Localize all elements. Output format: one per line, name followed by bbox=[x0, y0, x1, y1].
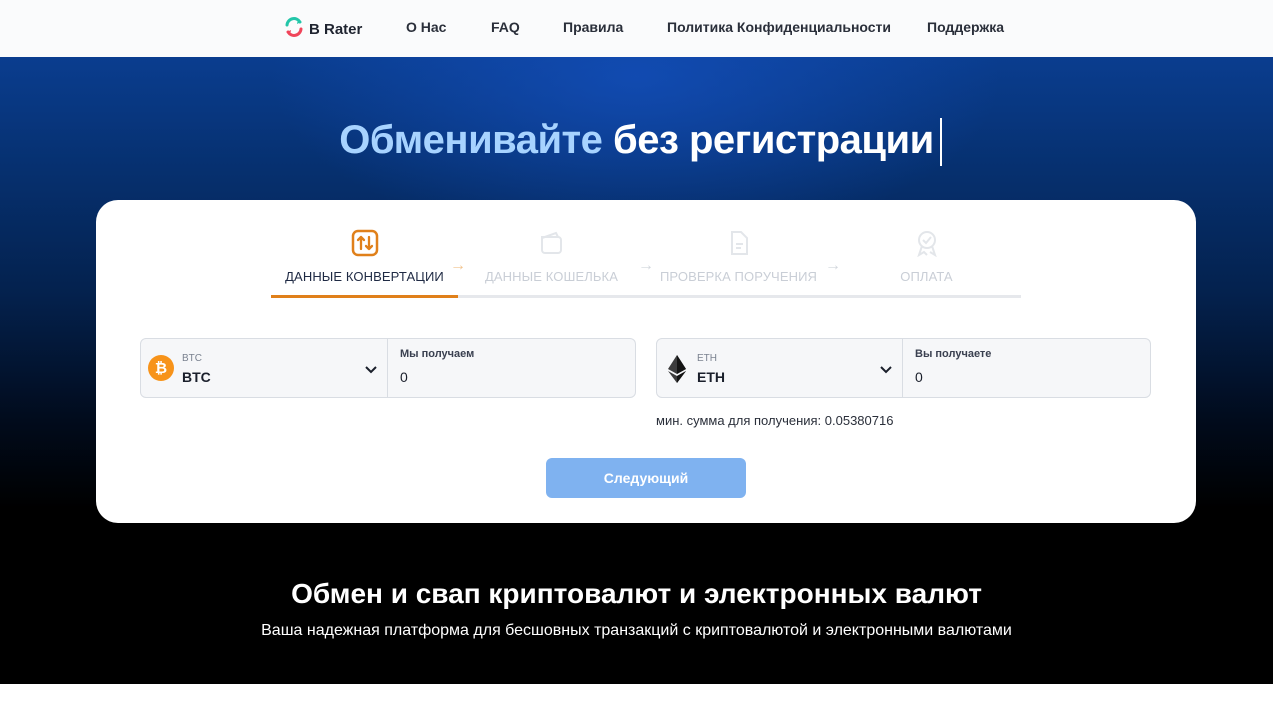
step-payment[interactable]: ОПЛАТА bbox=[833, 230, 1020, 284]
chevron-down-icon bbox=[365, 361, 377, 379]
bitcoin-icon: ₿ bbox=[148, 355, 174, 386]
nav-link-rules[interactable]: Правила bbox=[563, 19, 623, 35]
hero-title-rest: без регистрации bbox=[613, 118, 934, 162]
send-amount-label: Мы получаем bbox=[400, 348, 475, 360]
receive-amount-label: Вы получаете bbox=[915, 348, 992, 360]
document-icon bbox=[725, 229, 753, 262]
top-navbar: B Rater О Нас FAQ Правила Политика Конфи… bbox=[0, 0, 1273, 57]
send-amount-input[interactable]: 0 bbox=[400, 369, 408, 385]
step-review[interactable]: ПРОВЕРКА ПОРУЧЕНИЯ bbox=[645, 230, 832, 284]
receive-coin-code: ETH bbox=[697, 353, 717, 364]
step-label: ПРОВЕРКА ПОРУЧЕНИЯ bbox=[659, 269, 818, 284]
nav-link-privacy[interactable]: Политика Конфиденциальности bbox=[667, 19, 891, 35]
wallet-icon bbox=[538, 229, 566, 262]
swap-icon bbox=[351, 229, 379, 262]
step-label: ДАННЫЕ КОШЕЛЬКА bbox=[485, 269, 618, 284]
receive-amount-field[interactable]: Вы получаете 0 bbox=[903, 338, 1151, 398]
ethereum-icon bbox=[667, 354, 687, 389]
step-conversion[interactable]: ДАННЫЕ КОНВЕРТАЦИИ bbox=[271, 229, 458, 284]
step-wallet[interactable]: ДАННЫЕ КОШЕЛЬКА bbox=[458, 230, 645, 284]
receive-currency-select[interactable]: ETH ETH bbox=[656, 338, 903, 398]
steps-progress-active bbox=[271, 295, 458, 298]
min-amount-note: мин. сумма для получения: 0.05380716 bbox=[656, 413, 894, 428]
nav-link-support[interactable]: Поддержка bbox=[927, 19, 1004, 35]
receive-coin-name: ETH bbox=[697, 369, 725, 385]
send-amount-field[interactable]: Мы получаем 0 bbox=[388, 338, 636, 398]
step-label: ДАННЫЕ КОНВЕРТАЦИИ bbox=[285, 269, 444, 284]
next-button[interactable]: Следующий bbox=[546, 458, 746, 498]
section-title: Обмен и свап криптовалют и электронных в… bbox=[291, 578, 982, 609]
brand-name: B Rater bbox=[309, 21, 363, 38]
nav-link-about[interactable]: О Нас bbox=[406, 19, 446, 35]
receive-amount-input[interactable]: 0 bbox=[915, 369, 923, 385]
brand-logo[interactable]: B Rater bbox=[283, 16, 362, 43]
hero-title: Обменивайте без регистрации bbox=[0, 118, 1273, 163]
send-coin-code: BTC bbox=[182, 353, 202, 364]
typing-caret bbox=[940, 118, 942, 166]
send-currency-select[interactable]: ₿ BTC BTC bbox=[140, 338, 388, 398]
chevron-down-icon bbox=[880, 361, 892, 379]
svg-text:₿: ₿ bbox=[155, 360, 167, 377]
badge-icon bbox=[913, 229, 941, 262]
nav-link-faq[interactable]: FAQ bbox=[491, 19, 520, 35]
hero-title-highlight: Обменивайте bbox=[339, 118, 603, 162]
exchange-logo-icon bbox=[283, 16, 305, 43]
section-subtitle: Ваша надежная платформа для бесшовных тр… bbox=[261, 622, 1012, 639]
send-coin-name: BTC bbox=[182, 369, 211, 385]
step-label: ОПЛАТА bbox=[900, 269, 953, 284]
